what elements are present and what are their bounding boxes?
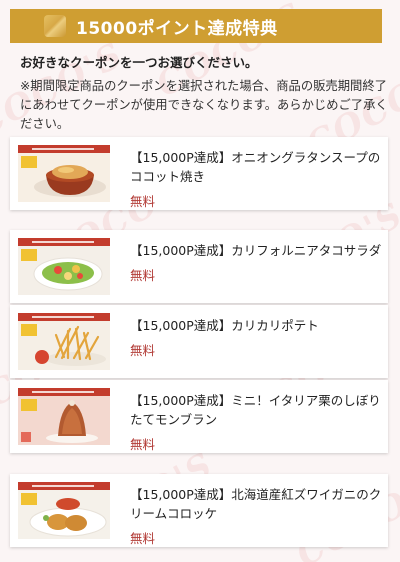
coupon-image-onion-gratin-soup <box>18 145 110 202</box>
coupon-card-crab-cream-croquette[interactable]: 【15,000P達成】北海道産紅ズワイガニのクリームコロッケ 無料 <box>10 474 388 547</box>
page-title: 15000ポイント達成特典 <box>76 18 278 39</box>
coupon-card-mont-blanc[interactable]: 【15,000P達成】ミニ！イタリア栗のしぼりたてモンブラン 無料 <box>10 380 388 453</box>
coupon-info: 【15,000P達成】カリカリポテト 無料 <box>130 316 382 359</box>
coupon-info: 【15,000P達成】カリフォルニアタコサラダ 無料 <box>130 241 382 284</box>
coupon-image-crab-cream-croquette <box>18 482 110 539</box>
coupon-info: 【15,000P達成】オニオングラタンスープのココット焼き 無料 <box>130 148 382 210</box>
coupon-image-mont-blanc <box>18 388 110 445</box>
intro-section: お好きなクーポンを一つお選びください。 ※期間限定商品のクーポンを選択された場合… <box>20 54 390 134</box>
coupon-name: 【15,000P達成】ミニ！イタリア栗のしぼりたてモンブラン <box>130 393 381 427</box>
coupon-name: 【15,000P達成】オニオングラタンスープのココット焼き <box>130 150 381 184</box>
coupon-name: 【15,000P達成】カリカリポテト <box>130 318 319 333</box>
coupon-name: 【15,000P達成】カリフォルニアタコサラダ <box>130 243 382 258</box>
intro-note: ※期間限定商品のクーポンを選択された場合、商品の販売期間終了にあわせてクーポンが… <box>20 79 388 131</box>
coupon-card-crispy-fries[interactable]: 【15,000P達成】カリカリポテト 無料 <box>10 305 388 378</box>
coupon-name: 【15,000P達成】北海道産紅ズワイガニのクリームコロッケ <box>130 487 382 521</box>
coupon-price: 無料 <box>130 268 156 283</box>
points-icon <box>44 15 66 37</box>
page-header: 15000ポイント達成特典 <box>10 9 382 43</box>
coupon-info: 【15,000P達成】北海道産紅ズワイガニのクリームコロッケ 無料 <box>130 485 382 547</box>
coupon-card-onion-gratin-soup[interactable]: 【15,000P達成】オニオングラタンスープのココット焼き 無料 <box>10 137 388 210</box>
coupon-price: 無料 <box>130 343 156 358</box>
coupon-info: 【15,000P達成】ミニ！イタリア栗のしぼりたてモンブラン 無料 <box>130 391 382 453</box>
coupon-image-crispy-fries <box>18 313 110 370</box>
coupon-card-california-taco-salad[interactable]: 【15,000P達成】カリフォルニアタコサラダ 無料 <box>10 230 388 303</box>
coupon-image-california-taco-salad <box>18 238 110 295</box>
coupon-price: 無料 <box>130 531 156 546</box>
intro-lead: お好きなクーポンを一つお選びください。 <box>20 55 258 70</box>
coupon-price: 無料 <box>130 437 156 452</box>
coupon-price: 無料 <box>130 194 156 209</box>
